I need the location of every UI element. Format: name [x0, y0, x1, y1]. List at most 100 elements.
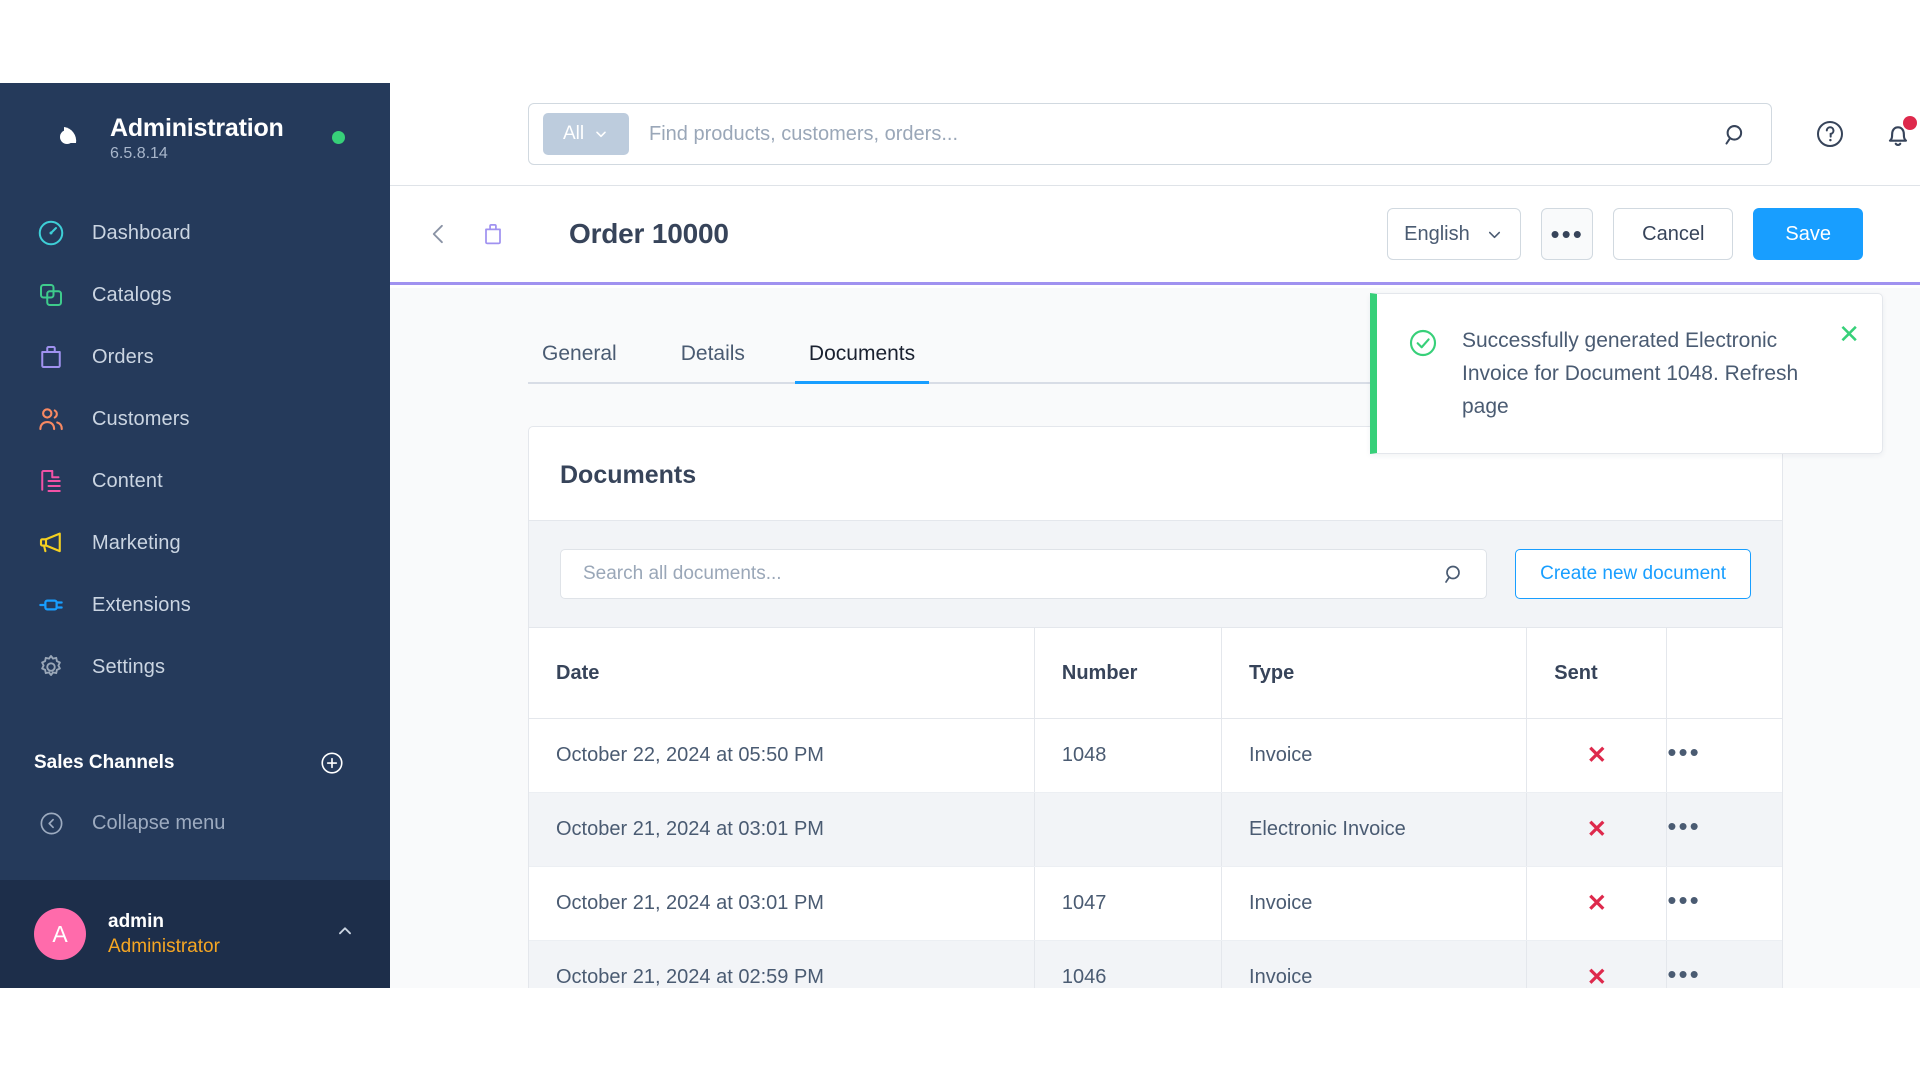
table-header-row: Date Number Type Sent — [529, 628, 1782, 719]
language-select[interactable]: English — [1387, 208, 1522, 260]
documents-toolbar: Create new document — [529, 521, 1782, 628]
sent-false-icon: ✕ — [1586, 816, 1607, 843]
search-icon[interactable] — [1442, 562, 1466, 586]
cell-date: October 21, 2024 at 02:59 PM — [529, 940, 1035, 988]
page-header-actions: English ••• Cancel Save — [1387, 208, 1863, 260]
chevron-left-icon[interactable] — [425, 220, 453, 248]
orders-icon — [34, 340, 68, 374]
cell-actions: ••• — [1666, 792, 1782, 867]
cell-date: October 22, 2024 at 05:50 PM — [529, 718, 1035, 793]
cell-sent: ✕ — [1526, 718, 1668, 793]
documents-card: Documents Create new document Date — [528, 426, 1783, 988]
row-context-menu-icon[interactable]: ••• — [1667, 737, 1700, 767]
cell-actions: ••• — [1666, 866, 1782, 941]
cell-type: Invoice — [1221, 866, 1528, 941]
sidebar-item-label: Marketing — [92, 531, 181, 554]
row-context-menu-icon[interactable]: ••• — [1667, 885, 1700, 915]
shopware-logo-icon — [34, 113, 86, 165]
column-header-date[interactable]: Date — [529, 628, 1035, 719]
search-scope-selector[interactable]: All — [543, 113, 629, 155]
sidebar-item-marketing[interactable]: Marketing — [0, 512, 390, 574]
cell-date: October 21, 2024 at 03:01 PM — [529, 792, 1035, 867]
sales-channels-title: Sales Channels — [34, 752, 175, 773]
row-context-menu-icon[interactable]: ••• — [1667, 811, 1700, 841]
sent-false-icon: ✕ — [1586, 890, 1607, 917]
collapse-menu-button[interactable]: Collapse menu — [0, 806, 390, 840]
cell-actions: ••• — [1666, 940, 1782, 988]
topbar: All — [390, 83, 1920, 186]
table-row[interactable]: October 22, 2024 at 05:50 PM 1048 Invoic… — [529, 718, 1782, 793]
marketing-icon — [34, 526, 68, 560]
cancel-button[interactable]: Cancel — [1613, 208, 1734, 260]
documents-table-body: October 22, 2024 at 05:50 PM 1048 Invoic… — [529, 718, 1782, 988]
help-circle-icon[interactable] — [1814, 118, 1846, 150]
language-select-value: English — [1404, 222, 1470, 245]
sidebar-item-orders[interactable]: Orders — [0, 326, 390, 388]
save-button[interactable]: Save — [1753, 208, 1863, 260]
main-navigation: Dashboard Catalogs Orders Customers Cont… — [0, 202, 390, 698]
column-header-actions — [1666, 628, 1782, 719]
sidebar-item-catalogs[interactable]: Catalogs — [0, 264, 390, 326]
settings-gear-icon — [34, 650, 68, 684]
context-menu-button[interactable]: ••• — [1541, 208, 1594, 260]
cell-number: 1046 — [1034, 940, 1223, 988]
documents-search-input[interactable] — [583, 563, 1443, 585]
documents-table: Date Number Type Sent October 22, 2024 a… — [529, 628, 1782, 988]
tab-general[interactable]: General — [528, 342, 631, 382]
sidebar-item-settings[interactable]: Settings — [0, 636, 390, 698]
sidebar-item-label: Customers — [92, 407, 190, 430]
cell-sent: ✕ — [1526, 940, 1668, 988]
order-bag-icon — [479, 220, 507, 248]
cell-type: Invoice — [1221, 940, 1528, 988]
content-icon — [34, 464, 68, 498]
column-header-sent[interactable]: Sent — [1526, 628, 1668, 719]
tab-details[interactable]: Details — [667, 342, 759, 382]
tab-documents[interactable]: Documents — [794, 342, 930, 384]
plus-circle-icon[interactable] — [319, 750, 345, 776]
sidebar-item-dashboard[interactable]: Dashboard — [0, 202, 390, 264]
sidebar-item-label: Content — [92, 469, 163, 492]
bell-icon[interactable] — [1882, 116, 1917, 150]
extensions-icon — [34, 588, 68, 622]
page-title: Order 10000 — [569, 218, 729, 249]
user-role: Administrator — [108, 935, 220, 957]
toast-message: Successfully generated Electronic Invoic… — [1462, 329, 1799, 418]
chevron-up-icon[interactable] — [334, 920, 356, 948]
sidebar-item-label: Extensions — [92, 593, 191, 616]
column-header-type[interactable]: Type — [1221, 628, 1528, 719]
sidebar-item-content[interactable]: Content — [0, 450, 390, 512]
page-header: Order 10000 English ••• Cancel Save — [390, 186, 1920, 285]
search-input[interactable] — [649, 122, 1722, 146]
cell-number — [1034, 792, 1223, 867]
documents-card-title: Documents — [560, 461, 697, 489]
table-row[interactable]: October 21, 2024 at 02:59 PM 1046 Invoic… — [529, 940, 1782, 988]
cell-actions: ••• — [1666, 718, 1782, 793]
user-name: admin — [108, 910, 164, 932]
dashboard-icon — [34, 216, 68, 250]
brand-title: Administration — [110, 113, 284, 142]
table-row[interactable]: October 21, 2024 at 03:01 PM 1047 Invoic… — [529, 866, 1782, 941]
sidebar: Administration 6.5.8.14 Dashboard Catalo… — [0, 83, 390, 988]
search-scope-label: All — [562, 123, 585, 144]
customers-icon — [34, 402, 68, 436]
check-circle-icon — [1407, 327, 1439, 364]
cell-sent: ✕ — [1526, 866, 1668, 941]
success-notification-toast: Successfully generated Electronic Invoic… — [1370, 293, 1883, 454]
brand-header: Administration 6.5.8.14 — [0, 83, 390, 165]
sidebar-item-extensions[interactable]: Extensions — [0, 574, 390, 636]
user-profile-bar[interactable]: A admin Administrator — [0, 880, 390, 988]
column-header-number[interactable]: Number — [1034, 628, 1223, 719]
close-icon[interactable]: ✕ — [1838, 321, 1860, 347]
cell-date: October 21, 2024 at 03:01 PM — [529, 866, 1035, 941]
row-context-menu-icon[interactable]: ••• — [1667, 959, 1700, 988]
sent-false-icon: ✕ — [1586, 742, 1607, 769]
search-icon[interactable] — [1722, 121, 1749, 148]
create-new-document-button[interactable]: Create new document — [1515, 549, 1751, 599]
brand-version: 6.5.8.14 — [110, 144, 168, 162]
cell-number: 1048 — [1034, 718, 1223, 793]
cell-type: Electronic Invoice — [1221, 792, 1528, 867]
sales-channels-section: Sales Channels — [0, 698, 390, 776]
sidebar-item-customers[interactable]: Customers — [0, 388, 390, 450]
table-row[interactable]: October 21, 2024 at 03:01 PM Electronic … — [529, 792, 1782, 867]
sidebar-item-label: Dashboard — [92, 221, 191, 244]
